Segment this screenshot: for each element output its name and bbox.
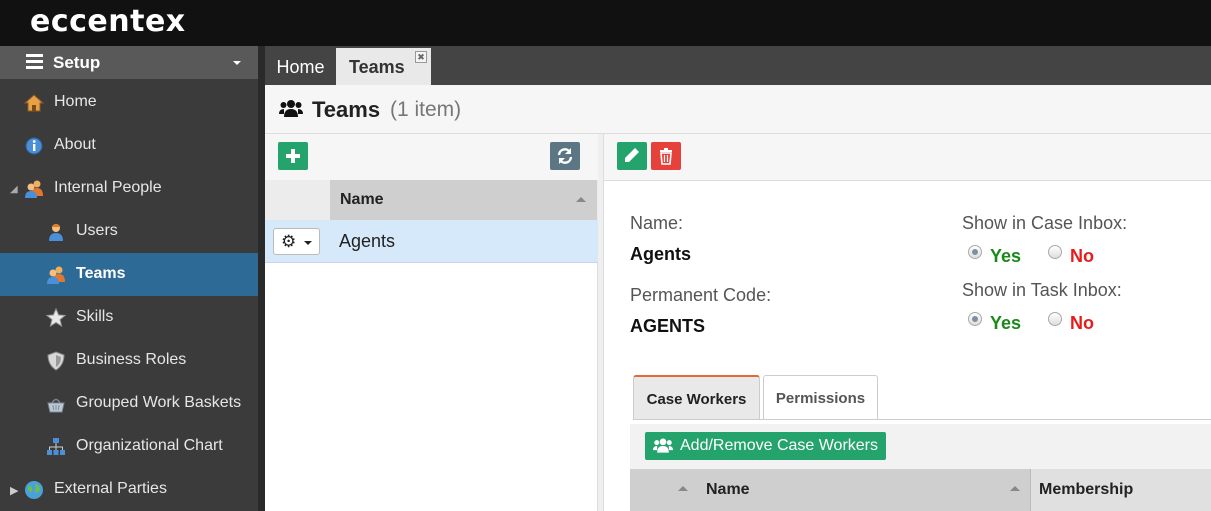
sidebar-item-about[interactable]: About	[0, 124, 258, 167]
hamburger-icon	[26, 54, 43, 69]
case-inbox-no-radio[interactable]	[1048, 245, 1062, 259]
task-inbox-no-radio[interactable]	[1048, 312, 1062, 326]
list-toolbar	[265, 134, 598, 180]
task-inbox-label: Show in Task Inbox:	[962, 280, 1122, 300]
sidebar-item-skills[interactable]: Skills	[0, 296, 258, 339]
user-icon	[49, 224, 63, 241]
task-inbox-no-label: No	[1070, 313, 1094, 333]
sidebar-item-label: Internal People	[54, 179, 162, 196]
tree-expand-icon[interactable]: ▶	[10, 484, 18, 497]
page-header: Teams (1 item)	[265, 85, 1211, 134]
case-inbox-yes-radio[interactable]	[968, 245, 982, 259]
sidebar-item-business-roles[interactable]: Business Roles	[0, 339, 258, 382]
permanent-code-label: Permanent Code:	[630, 285, 772, 305]
case-workers-grid-header: Name Membership	[630, 469, 1211, 511]
star-icon	[46, 308, 66, 328]
pencil-icon	[625, 148, 639, 162]
top-bar: eccentex	[0, 0, 1211, 46]
sort-icon[interactable]	[678, 486, 688, 491]
task-inbox-yes-radio[interactable]	[968, 312, 982, 326]
sidebar-item-label: Skills	[76, 308, 114, 325]
sidebar-item-internal-people[interactable]: ◢ Internal People	[0, 167, 258, 210]
basket-icon	[47, 398, 65, 413]
gear-icon: ⚙	[281, 232, 297, 251]
tab-divider	[633, 419, 1211, 420]
people-icon	[25, 180, 43, 198]
caret-down-icon	[233, 61, 241, 65]
name-value: Agents	[630, 244, 692, 264]
item-count: (1 item)	[390, 98, 462, 121]
add-remove-label: Add/Remove Case Workers	[680, 437, 878, 454]
table-row[interactable]: ⚙ Agents	[265, 220, 598, 263]
close-icon[interactable]: ✖	[415, 51, 427, 63]
sidebar: Setup Home About ◢ Internal People Users	[0, 46, 258, 511]
column-header-label: Name	[340, 191, 384, 208]
sidebar-divider[interactable]	[258, 46, 265, 511]
setup-label: Setup	[53, 53, 101, 72]
users-group-icon	[279, 100, 303, 117]
name-label: Name:	[630, 213, 684, 233]
users-group-icon	[653, 438, 673, 453]
row-name-cell: Agents	[339, 231, 396, 251]
caret-down-icon	[304, 241, 312, 245]
sidebar-item-label: Users	[76, 222, 118, 239]
case-inbox-label: Show in Case Inbox:	[962, 213, 1128, 233]
org-chart-icon	[47, 438, 65, 455]
sidebar-item-organizational-chart[interactable]: Organizational Chart	[0, 425, 258, 468]
tab-teams[interactable]: Teams ✖	[336, 48, 431, 85]
trash-icon	[660, 148, 672, 165]
sidebar-item-label: About	[54, 136, 96, 153]
app-logo[interactable]: eccentex	[30, 4, 186, 39]
team-icon	[47, 266, 65, 284]
sidebar-item-label: External Parties	[54, 480, 167, 497]
column-header-name[interactable]: Name	[706, 481, 750, 499]
plus-icon	[286, 149, 300, 163]
house-icon	[24, 94, 44, 112]
page-title: Teams	[312, 97, 381, 122]
list-header: Name	[265, 180, 598, 220]
sort-asc-icon[interactable]	[576, 197, 586, 202]
delete-button[interactable]	[651, 142, 681, 170]
sidebar-item-home[interactable]: Home	[0, 81, 258, 124]
column-header-membership-label: Membership	[1039, 481, 1134, 498]
tab-label: Teams	[349, 57, 405, 77]
permanent-code-value: AGENTS	[630, 316, 706, 336]
sidebar-item-grouped-work-baskets[interactable]: Grouped Work Baskets	[0, 382, 258, 425]
sidebar-item-label: Home	[54, 93, 97, 110]
sidebar-item-label: Teams	[76, 265, 126, 282]
task-inbox-yes-label: Yes	[990, 313, 1022, 333]
sidebar-item-users[interactable]: Users	[0, 210, 258, 253]
sidebar-item-label: Organizational Chart	[76, 437, 223, 454]
tree-collapse-icon[interactable]: ◢	[10, 184, 18, 195]
add-remove-case-workers-button[interactable]: Add/Remove Case Workers	[645, 432, 886, 460]
sort-icon[interactable]	[1010, 486, 1020, 491]
list-pane: Name ⚙ Agents	[265, 134, 598, 511]
refresh-button[interactable]	[550, 142, 580, 170]
row-actions-button[interactable]: ⚙	[273, 228, 320, 255]
tab-permissions[interactable]: Permissions	[763, 375, 878, 420]
globe-icon	[25, 481, 43, 499]
sidebar-item-label: Grouped Work Baskets	[76, 394, 242, 411]
sidebar-item-external-parties[interactable]: ▶ External Parties	[0, 468, 258, 511]
setup-menu-toggle[interactable]: Setup	[0, 46, 258, 79]
case-inbox-no-label: No	[1070, 246, 1094, 266]
add-button[interactable]	[278, 142, 308, 170]
info-icon	[25, 137, 43, 155]
edit-button[interactable]	[617, 142, 647, 170]
sidebar-item-teams[interactable]: Teams	[0, 253, 258, 296]
pane-splitter[interactable]	[598, 134, 604, 511]
tab-bar: Home Teams ✖	[265, 46, 1211, 85]
sidebar-item-label: Business Roles	[76, 351, 187, 368]
tab-home[interactable]: Home	[265, 48, 336, 85]
tab-case-workers[interactable]: Case Workers	[633, 375, 760, 420]
detail-toolbar	[604, 134, 1211, 181]
refresh-icon	[557, 148, 573, 164]
shield-icon	[47, 351, 65, 371]
case-inbox-yes-label: Yes	[990, 246, 1022, 266]
